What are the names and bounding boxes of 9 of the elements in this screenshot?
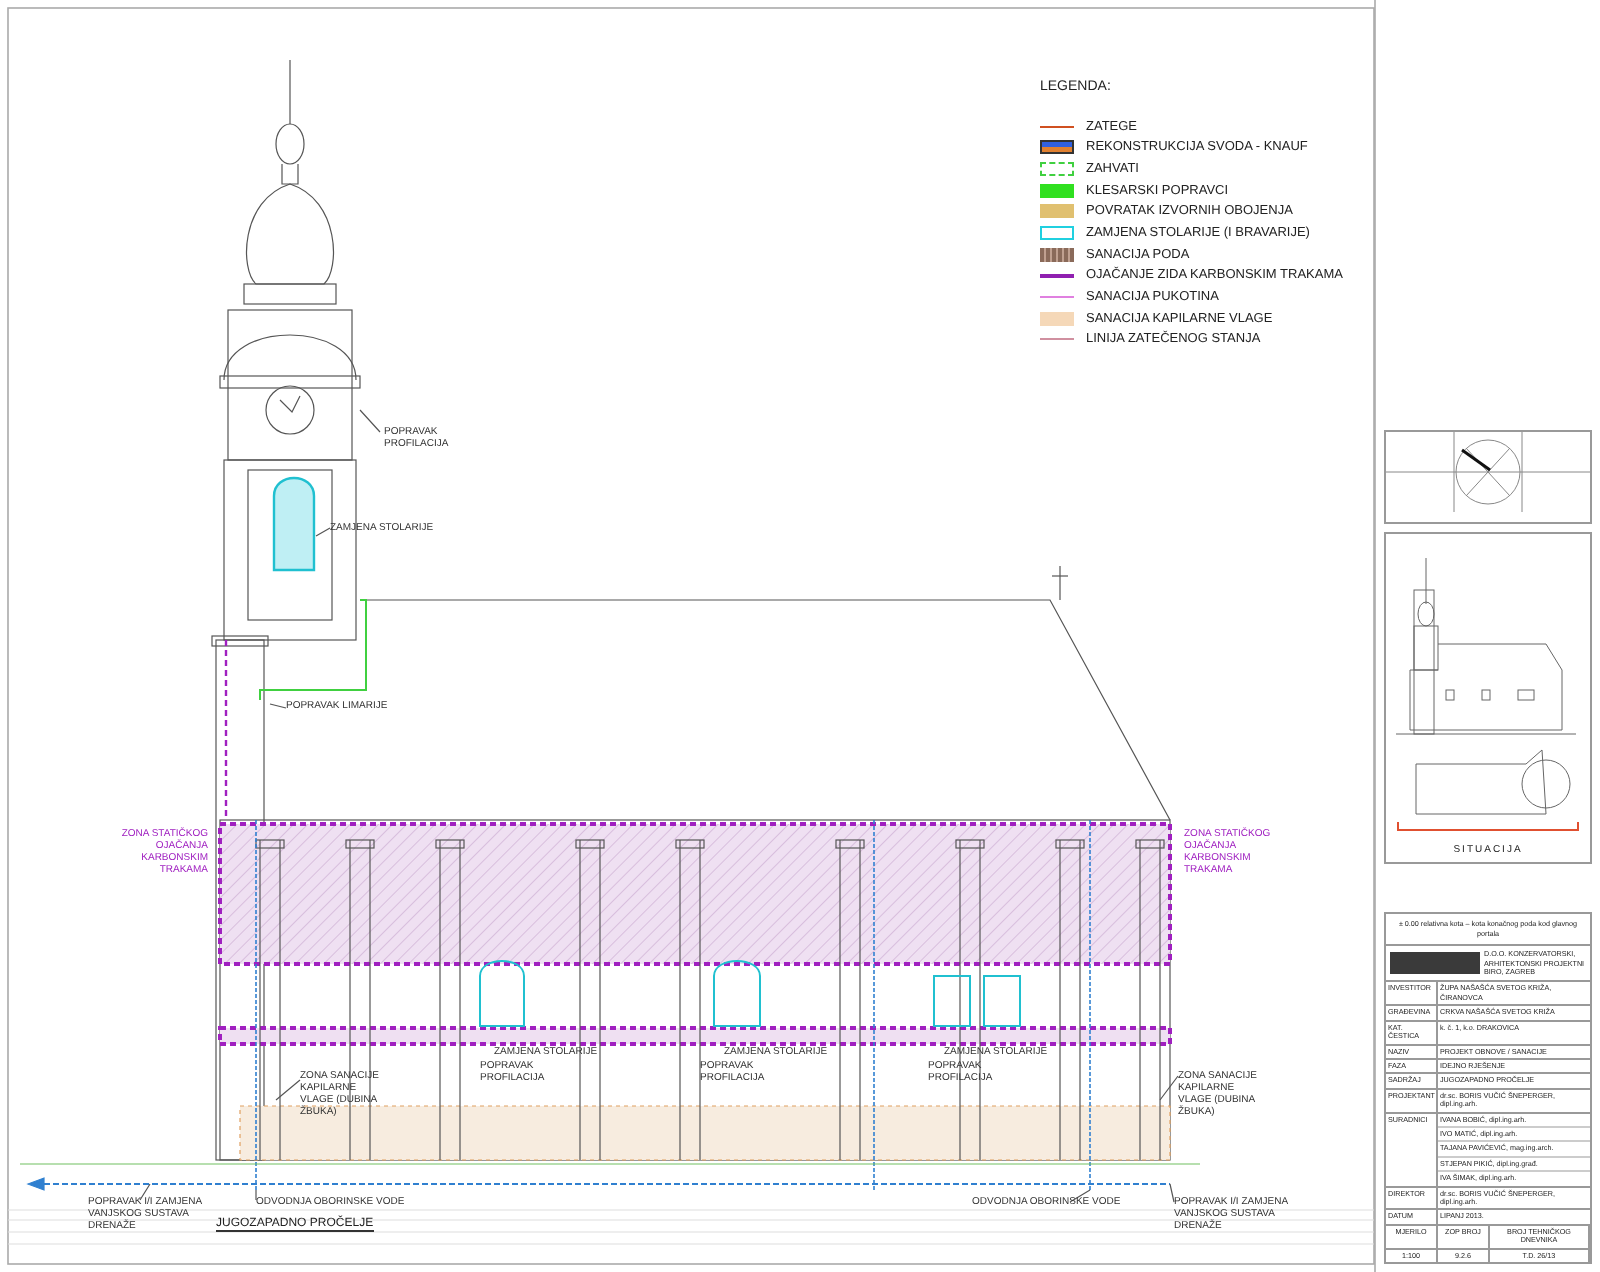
legend-swatch bbox=[1040, 225, 1074, 240]
legend-swatch bbox=[1040, 204, 1074, 219]
legend-swatch bbox=[1040, 183, 1074, 198]
legend-swatch bbox=[1040, 247, 1074, 262]
legend-swatch bbox=[1040, 140, 1074, 155]
north-arrow-icon bbox=[1386, 432, 1590, 512]
legend-swatch bbox=[1040, 161, 1074, 176]
legend-swatch bbox=[1040, 311, 1074, 326]
company-logo bbox=[1390, 952, 1480, 975]
